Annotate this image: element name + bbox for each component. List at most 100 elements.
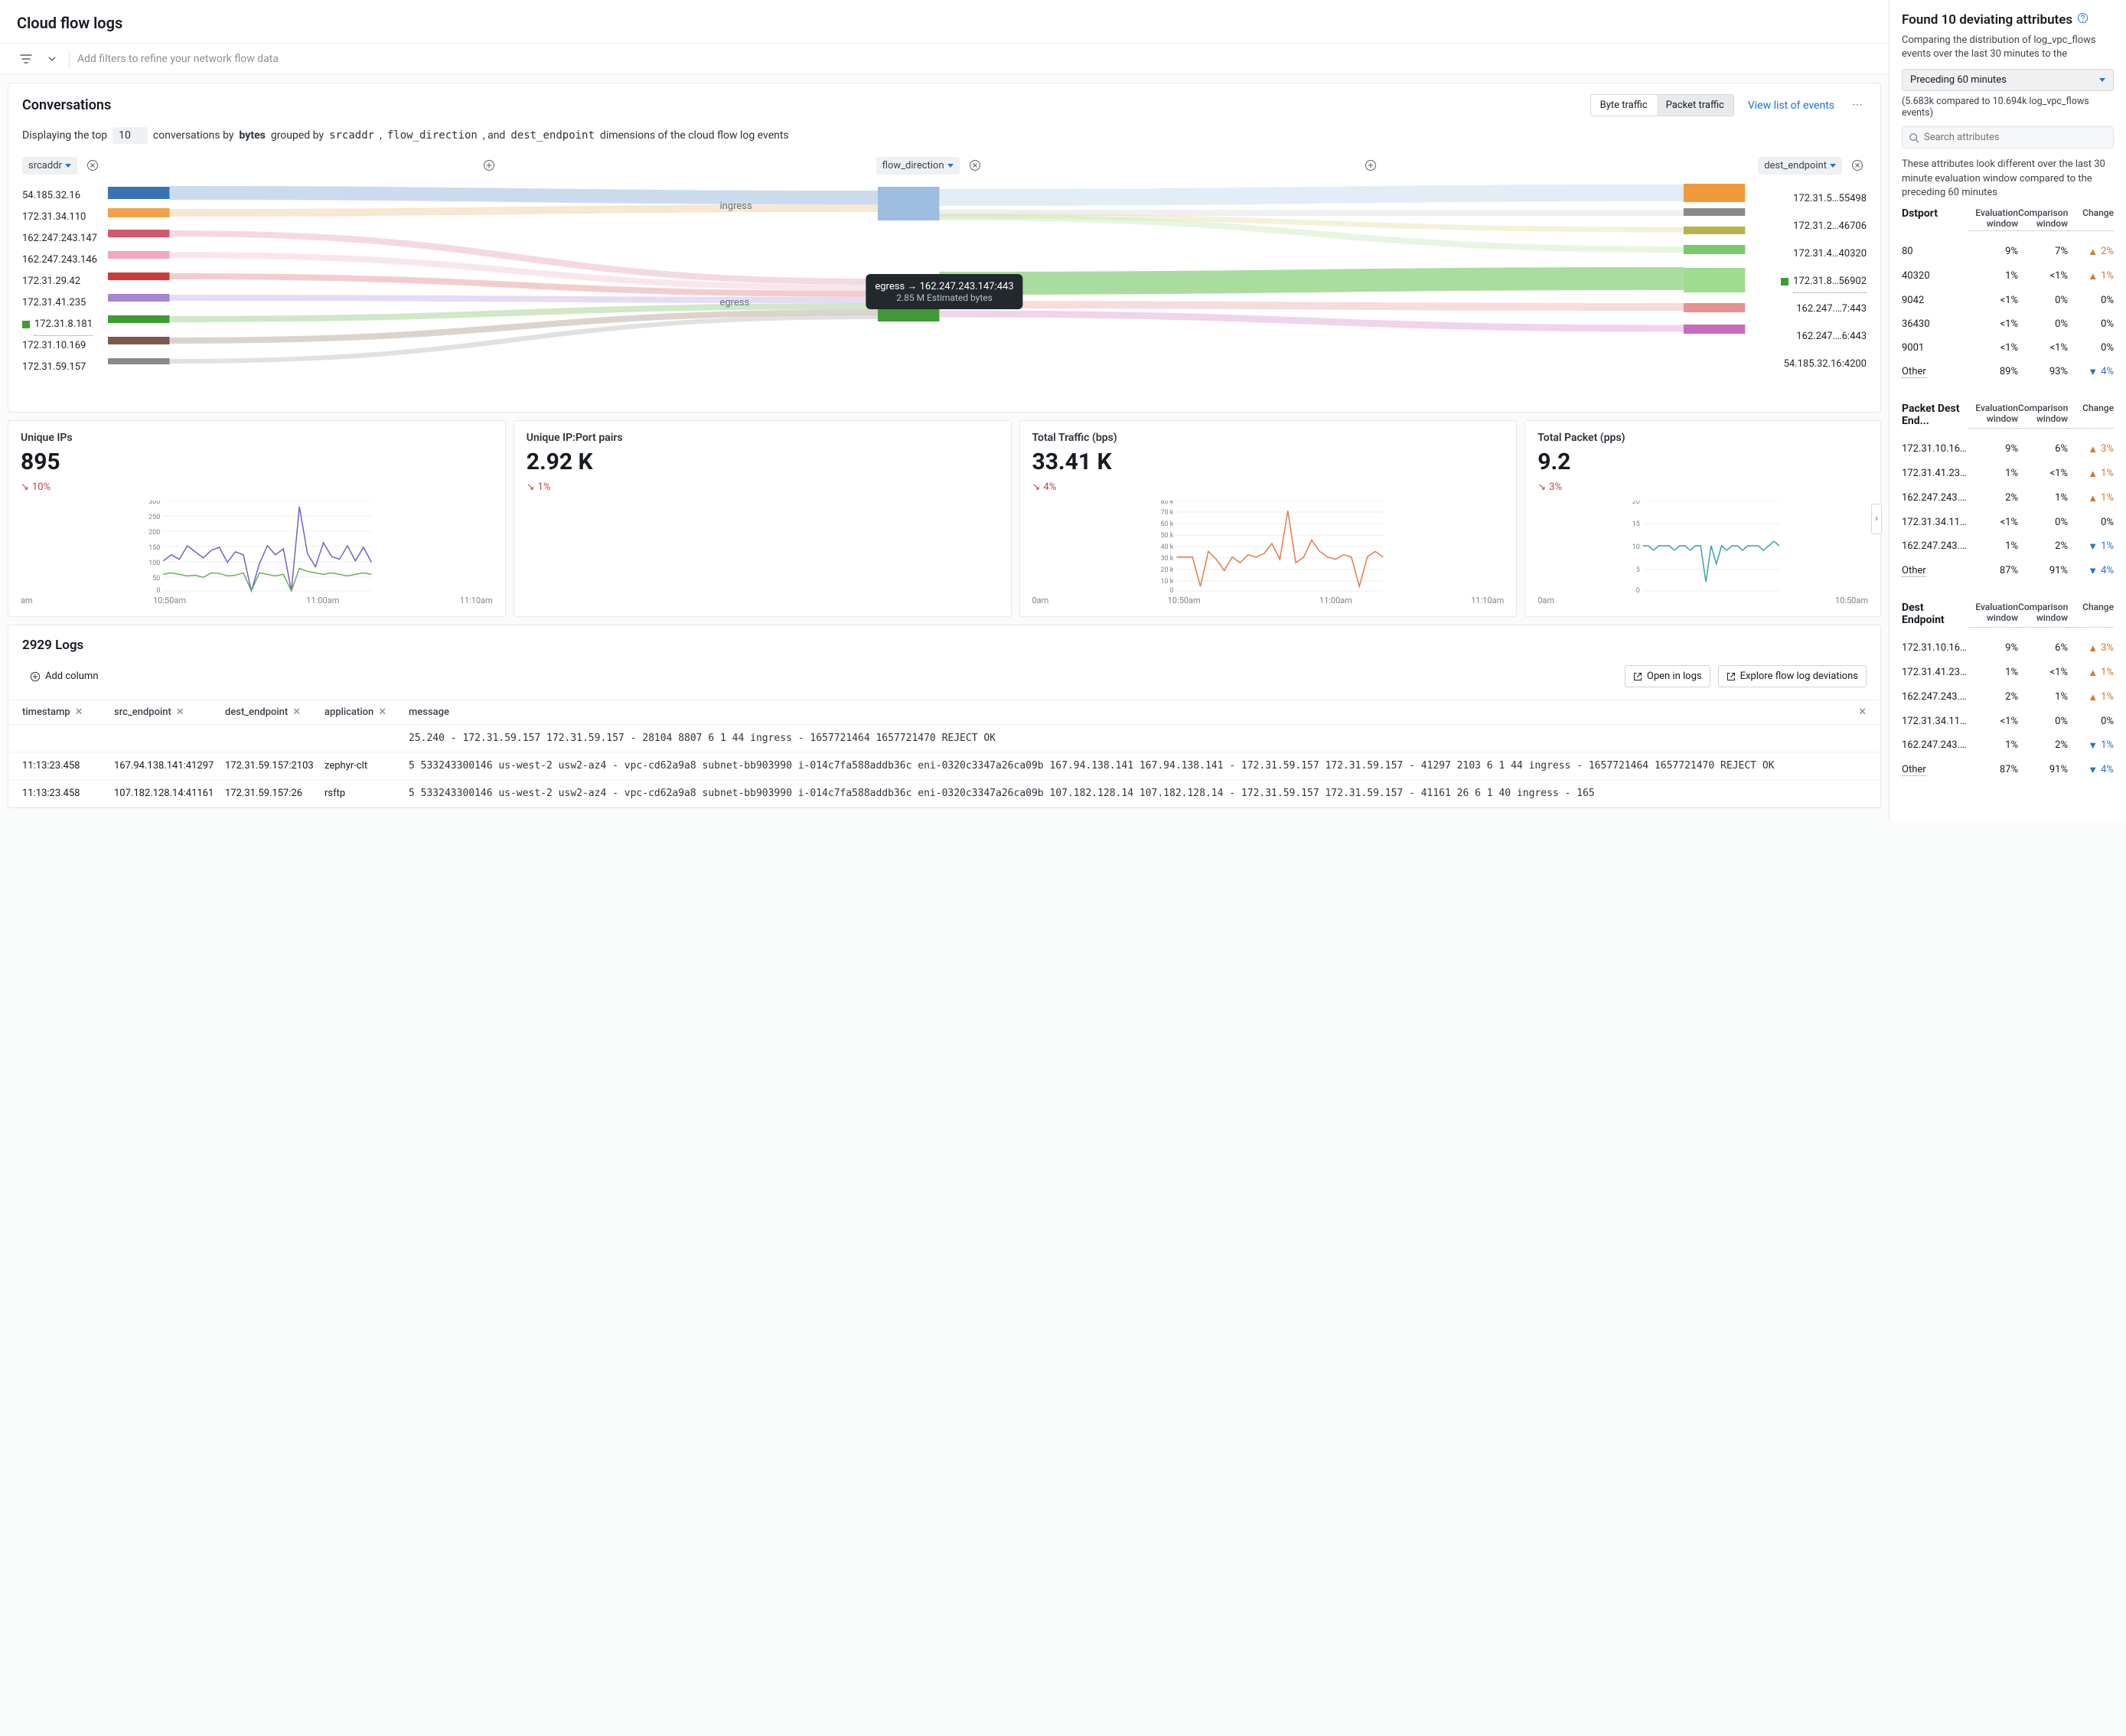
svg-text:70 k: 70 k xyxy=(1160,509,1173,517)
svg-text:50: 50 xyxy=(152,575,160,582)
sankey-dest-label[interactable]: 172.31.5…55498 xyxy=(1781,185,1867,213)
sankey-src-label[interactable]: 172.31.59.157 xyxy=(22,357,97,378)
sankey-src-label[interactable]: 162.247.243.147 xyxy=(22,228,97,250)
sankey-dest-label[interactable]: 54.185.32.16:4200 xyxy=(1781,351,1867,378)
pill-flow-direction[interactable]: flow_direction xyxy=(876,157,960,175)
attr-row[interactable]: 9001<1%<1%0% xyxy=(1902,336,2114,360)
remove-dim-dest[interactable] xyxy=(1848,156,1867,175)
attr-row[interactable]: 809%7%▲2% xyxy=(1902,240,2114,264)
pill-dest-endpoint[interactable]: dest_endpoint xyxy=(1758,157,1842,175)
deviations-panel: Found 10 deviating attributes Comparing … xyxy=(1889,0,2126,821)
side-title: Found 10 deviating attributes xyxy=(1902,12,2114,28)
sankey-tooltip: egress → 162.247.243.147:443 2.85 M Esti… xyxy=(866,274,1022,309)
remove-col-src[interactable]: ✕ xyxy=(176,706,184,718)
attr-row[interactable]: Other87%91%▼4% xyxy=(1902,559,2114,583)
attribute-search xyxy=(1902,126,2114,148)
table-row[interactable]: 25.240 - 172.31.59.157 172.31.59.157 - 2… xyxy=(8,725,1880,752)
more-icon[interactable]: ⋯ xyxy=(1848,96,1867,115)
sankey-src-label[interactable]: 172.31.8.181 xyxy=(22,314,97,335)
attr-row[interactable]: 36430<1%0%0% xyxy=(1902,312,2114,336)
svg-text:60 k: 60 k xyxy=(1160,520,1173,528)
sankey-src-label[interactable]: 172.31.10.169 xyxy=(22,335,97,357)
delta-unique-ips: 10% xyxy=(21,481,493,493)
expand-handle-icon[interactable]: › xyxy=(1871,504,1882,534)
attr-group: DstportEvaluation windowComparison windo… xyxy=(1902,207,2114,384)
logs-title: 2929 Logs xyxy=(22,638,83,653)
attr-row[interactable]: 162.247.243.146:...1%2%▼1% xyxy=(1902,733,2114,758)
divider xyxy=(69,51,70,67)
svg-text:10: 10 xyxy=(1632,543,1640,551)
open-in-logs-button[interactable]: Open in logs xyxy=(1625,665,1710,687)
remove-col-ts[interactable]: ✕ xyxy=(75,706,83,718)
remove-col-msg[interactable]: ✕ xyxy=(1858,706,1867,718)
sankey-dest-label[interactable]: 172.31.8…56902 xyxy=(1781,268,1867,295)
filter-icon[interactable] xyxy=(17,50,35,68)
mid-label-ingress: ingress xyxy=(719,201,752,212)
mid-label-egress: egress xyxy=(719,297,749,308)
logs-card: 2929 Logs Add column Open in logs Explor… xyxy=(8,625,1881,808)
svg-text:50 k: 50 k xyxy=(1160,532,1173,540)
table-row[interactable]: 11:13:23.458167.94.138.141:41297172.31.5… xyxy=(8,752,1880,780)
sankey-dest-label[interactable]: 172.31.2…46706 xyxy=(1781,213,1867,240)
sankey-dest-label[interactable]: 172.31.4…40320 xyxy=(1781,240,1867,268)
svg-text:100: 100 xyxy=(148,560,160,567)
attr-row[interactable]: 172.31.34.110:36...<1%0%0% xyxy=(1902,710,2114,733)
attr-row[interactable]: 162.247.243.146:...1%2%▼1% xyxy=(1902,534,2114,559)
attr-row[interactable]: 172.31.34.110:36...<1%0%0% xyxy=(1902,511,2114,534)
attr-group: Packet Dest End...Evaluation windowCompa… xyxy=(1902,403,2114,583)
top-n-input[interactable]: 10 xyxy=(112,127,148,144)
attr-row[interactable]: 162.247.243.147:...2%1%▲1% xyxy=(1902,685,2114,710)
remove-col-app[interactable]: ✕ xyxy=(378,706,386,718)
sankey-diagram[interactable]: 54.185.32.16172.31.34.110162.247.243.147… xyxy=(8,182,1880,412)
attr-row[interactable]: 172.31.41.235:40...1%<1%▲1% xyxy=(1902,661,2114,685)
attr-group: Dest EndpointEvaluation windowComparison… xyxy=(1902,602,2114,782)
svg-text:0: 0 xyxy=(1169,587,1173,592)
sankey-src-label[interactable]: 172.31.29.42 xyxy=(22,271,97,292)
stat-unique-ips: Unique IPs 895 10% 300250200 150100500 a… xyxy=(8,420,506,617)
comparison-period-select[interactable]: Preceding 60 minutes xyxy=(1902,69,2114,91)
add-dim-right[interactable] xyxy=(1361,156,1380,175)
filter-input[interactable] xyxy=(77,53,1872,65)
svg-text:15: 15 xyxy=(1632,520,1640,528)
sankey-src-label[interactable]: 172.31.34.110 xyxy=(22,207,97,228)
remove-dim-srcaddr[interactable] xyxy=(83,156,102,175)
stat-total-traffic: Total Traffic (bps) 33.41 K 4% 80 k70 k6… xyxy=(1019,420,1518,617)
svg-text:40 k: 40 k xyxy=(1160,543,1173,551)
add-column-button[interactable]: Add column xyxy=(22,666,106,687)
add-dim-left[interactable] xyxy=(480,156,498,175)
attr-row[interactable]: 172.31.10.169:809%6%▲3% xyxy=(1902,437,2114,462)
sankey-dest-label[interactable]: 162.247.…6:443 xyxy=(1781,323,1867,351)
svg-text:150: 150 xyxy=(148,544,160,552)
svg-text:200: 200 xyxy=(148,529,160,537)
svg-text:20 k: 20 k xyxy=(1160,566,1173,574)
toggle-byte[interactable]: Byte traffic xyxy=(1591,95,1657,116)
attribute-search-input[interactable] xyxy=(1924,132,2107,143)
table-row[interactable]: 11:13:23.458107.182.128.14:41161172.31.5… xyxy=(8,780,1880,808)
pill-srcaddr[interactable]: srcaddr xyxy=(22,157,77,175)
sankey-dest-label[interactable]: 162.247.…7:443 xyxy=(1781,295,1867,323)
remove-col-dst[interactable]: ✕ xyxy=(292,706,301,718)
page-header: Cloud flow logs xyxy=(0,0,1889,43)
sankey-src-label[interactable]: 162.247.243.146 xyxy=(22,250,97,271)
view-events-link[interactable]: View list of events xyxy=(1748,100,1834,112)
attr-row[interactable]: Other89%93%▼4% xyxy=(1902,360,2114,384)
traffic-toggle: Byte traffic Packet traffic xyxy=(1590,94,1734,116)
help-icon[interactable] xyxy=(2077,12,2089,28)
chevron-down-icon[interactable] xyxy=(43,50,61,68)
remove-dim-flow[interactable] xyxy=(966,156,984,175)
sankey-src-label[interactable]: 172.31.41.235 xyxy=(22,292,97,314)
comparison-counts: (5.683k compared to 10.694k log_vpc_flow… xyxy=(1902,96,2114,119)
attr-row[interactable]: 403201%<1%▲1% xyxy=(1902,264,2114,289)
explore-deviations-button[interactable]: Explore flow log deviations xyxy=(1718,665,1867,687)
attr-row[interactable]: 172.31.41.235:40...1%<1%▲1% xyxy=(1902,462,2114,486)
stat-unique-pairs: Unique IP:Port pairs 2.92 K 1% xyxy=(514,420,1012,617)
svg-text:30 k: 30 k xyxy=(1160,555,1173,563)
toggle-packet[interactable]: Packet traffic xyxy=(1657,95,1733,116)
attr-row[interactable]: Other87%91%▼4% xyxy=(1902,758,2114,782)
page-title: Cloud flow logs xyxy=(17,14,1872,32)
attr-row[interactable]: 172.31.10.169:809%6%▲3% xyxy=(1902,636,2114,661)
attr-row[interactable]: 9042<1%0%0% xyxy=(1902,289,2114,312)
stat-total-packets: Total Packet (pps) 9.2 3% 20151050 0am10… xyxy=(1524,420,1881,617)
sankey-src-label[interactable]: 54.185.32.16 xyxy=(22,185,97,207)
attr-row[interactable]: 162.247.243.147:...2%1%▲1% xyxy=(1902,486,2114,511)
